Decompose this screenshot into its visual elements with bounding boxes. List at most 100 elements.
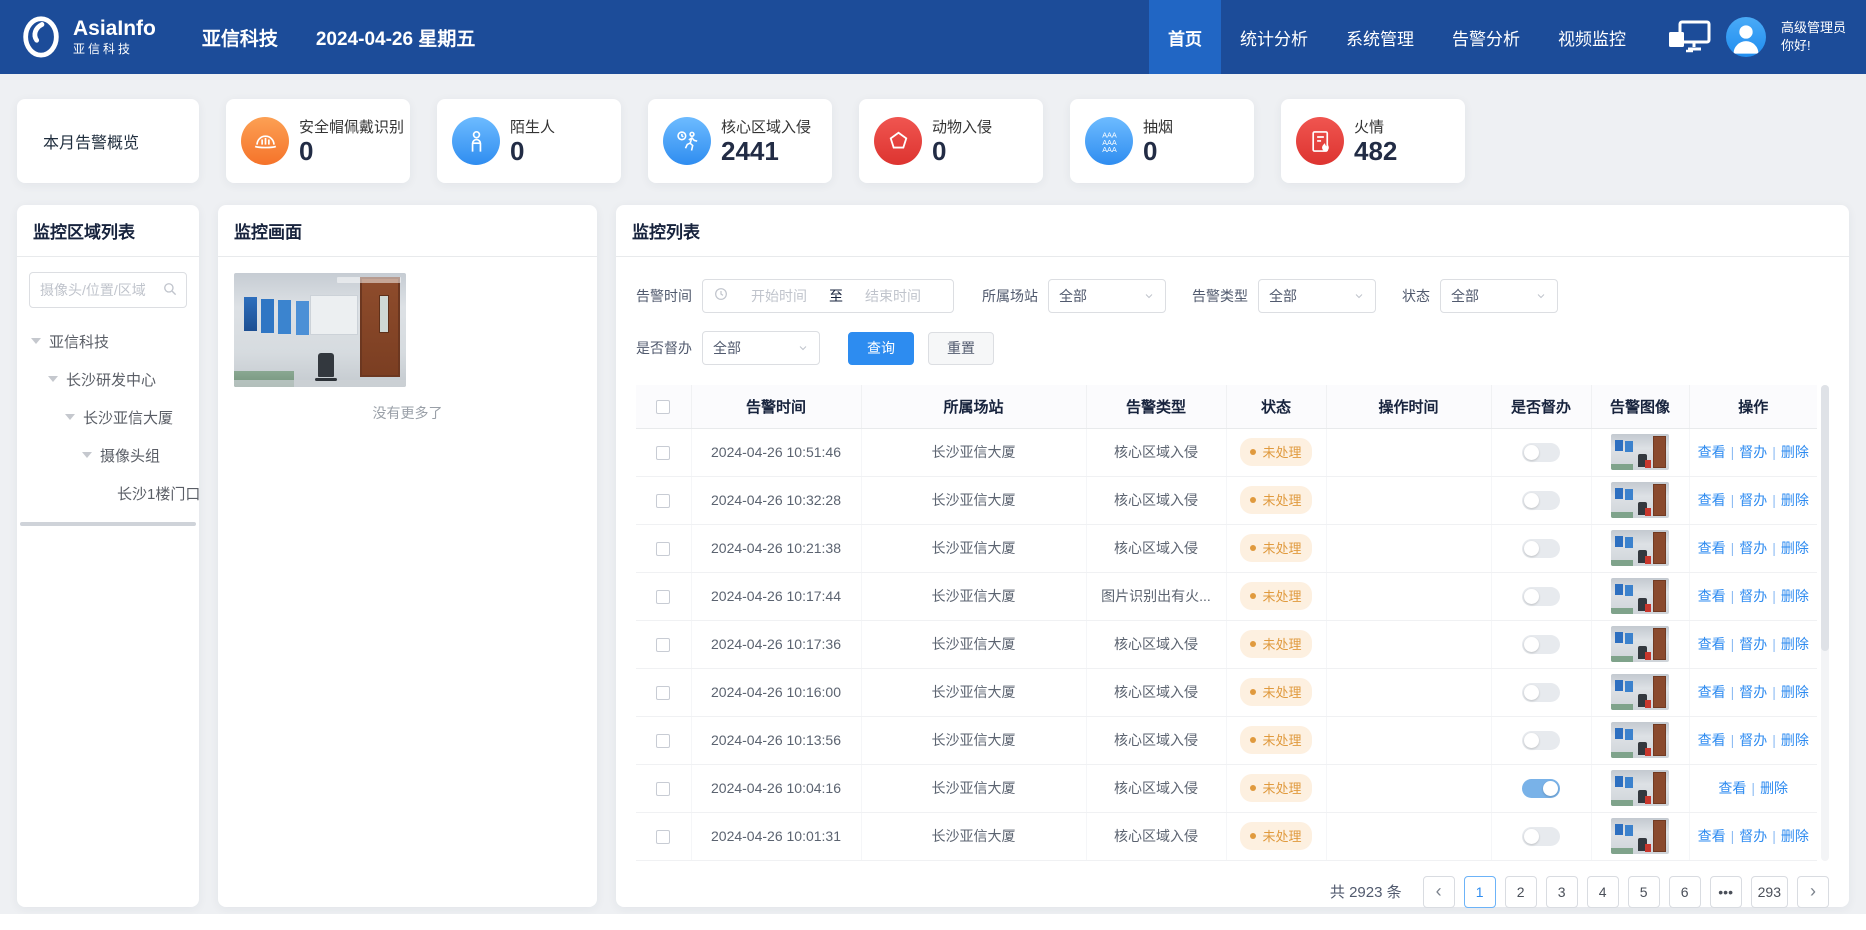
supervise-link[interactable]: 督办 (1739, 828, 1767, 844)
row-checkbox[interactable] (656, 782, 670, 796)
view-link[interactable]: 查看 (1698, 732, 1726, 748)
supervise-toggle[interactable] (1522, 443, 1560, 462)
row-checkbox[interactable] (656, 638, 670, 652)
next-page-button[interactable]: › (1797, 876, 1829, 908)
supervise-link[interactable]: 督办 (1739, 684, 1767, 700)
caret-down-icon[interactable] (65, 414, 75, 420)
alarm-time-range-picker[interactable]: 开始时间 至 结束时间 (702, 279, 954, 313)
page-button-5[interactable]: 5 (1628, 876, 1660, 908)
supervise-link[interactable]: 督办 (1739, 636, 1767, 652)
more-pages-button[interactable]: ••• (1710, 876, 1742, 908)
page-button-3[interactable]: 3 (1546, 876, 1578, 908)
overview-card-stranger[interactable]: 陌生人0 (437, 99, 621, 183)
alarm-image-thumbnail[interactable] (1611, 770, 1669, 806)
overview-card-helmet[interactable]: 安全帽佩戴识别0 (226, 99, 410, 183)
tree-item-3[interactable]: 摄像头组 (17, 436, 199, 474)
alarm-image-thumbnail[interactable] (1611, 722, 1669, 758)
reset-button[interactable]: 重置 (928, 332, 994, 365)
row-checkbox[interactable] (656, 830, 670, 844)
supervise-link[interactable]: 督办 (1739, 492, 1767, 508)
delete-link[interactable]: 删除 (1781, 444, 1809, 460)
supervise-toggle[interactable] (1522, 683, 1560, 702)
user-avatar[interactable] (1726, 17, 1766, 57)
delete-link[interactable]: 删除 (1781, 540, 1809, 556)
start-time-placeholder[interactable]: 开始时间 (729, 286, 829, 306)
caret-down-icon[interactable] (48, 376, 58, 382)
view-link[interactable]: 查看 (1698, 540, 1726, 556)
nav-item-system-management[interactable]: 系统管理 (1327, 0, 1433, 74)
alarm-image-thumbnail[interactable] (1611, 434, 1669, 470)
supervise-toggle[interactable] (1522, 779, 1560, 798)
page-button-1[interactable]: 1 (1464, 876, 1496, 908)
delete-link[interactable]: 删除 (1781, 588, 1809, 604)
supervise-toggle[interactable] (1522, 731, 1560, 750)
page-button-2[interactable]: 2 (1505, 876, 1537, 908)
nav-item-video-monitor[interactable]: 视频监控 (1539, 0, 1645, 74)
end-time-placeholder[interactable]: 结束时间 (843, 286, 943, 306)
query-button[interactable]: 查询 (848, 332, 914, 365)
status-select[interactable]: 全部 (1440, 279, 1558, 313)
supervise-toggle[interactable] (1522, 539, 1560, 558)
select-all-checkbox[interactable] (656, 400, 670, 414)
camera-snapshot-image[interactable] (234, 273, 406, 387)
alarm-image-thumbnail[interactable] (1611, 578, 1669, 614)
nav-item-home[interactable]: 首页 (1149, 0, 1221, 74)
supervise-link[interactable]: 督办 (1739, 588, 1767, 604)
row-checkbox[interactable] (656, 686, 670, 700)
view-link[interactable]: 查看 (1698, 828, 1726, 844)
nav-item-statistics[interactable]: 统计分析 (1221, 0, 1327, 74)
row-checkbox[interactable] (656, 734, 670, 748)
prev-page-button[interactable]: ‹ (1423, 876, 1455, 908)
nav-item-alarm-analysis[interactable]: 告警分析 (1433, 0, 1539, 74)
alarm-type-select[interactable]: 全部 (1258, 279, 1376, 313)
page-button-6[interactable]: 6 (1669, 876, 1701, 908)
row-checkbox[interactable] (656, 494, 670, 508)
alarm-image-thumbnail[interactable] (1611, 674, 1669, 710)
alarm-image-thumbnail[interactable] (1611, 530, 1669, 566)
delete-link[interactable]: 删除 (1781, 732, 1809, 748)
view-link[interactable]: 查看 (1698, 444, 1726, 460)
table-vertical-scrollbar[interactable] (1821, 385, 1829, 861)
caret-down-icon[interactable] (31, 338, 41, 344)
delete-link[interactable]: 删除 (1760, 780, 1788, 796)
supervise-toggle[interactable] (1522, 587, 1560, 606)
delete-link[interactable]: 删除 (1781, 492, 1809, 508)
screen-monitor-icon[interactable] (1667, 20, 1711, 54)
delete-link[interactable]: 删除 (1781, 828, 1809, 844)
supervise-link[interactable]: 督办 (1739, 732, 1767, 748)
supervise-toggle[interactable] (1522, 827, 1560, 846)
overview-card-animal[interactable]: 动物入侵0 (859, 99, 1043, 183)
overview-card-smoking[interactable]: AAAAAAAAA抽烟0 (1070, 99, 1254, 183)
supervise-link[interactable]: 督办 (1739, 444, 1767, 460)
supervise-toggle[interactable] (1522, 491, 1560, 510)
row-checkbox[interactable] (656, 590, 670, 604)
alarm-image-thumbnail[interactable] (1611, 482, 1669, 518)
view-link[interactable]: 查看 (1718, 780, 1746, 796)
row-checkbox[interactable] (656, 446, 670, 460)
view-link[interactable]: 查看 (1698, 492, 1726, 508)
page-button-293[interactable]: 293 (1751, 876, 1788, 908)
overview-card-fire[interactable]: 火情482 (1281, 99, 1465, 183)
tree-item-0[interactable]: 亚信科技 (17, 322, 199, 360)
alarm-image-thumbnail[interactable] (1611, 626, 1669, 662)
tree-horizontal-scrollbar[interactable] (20, 522, 196, 526)
alarm-image-thumbnail[interactable] (1611, 818, 1669, 854)
view-link[interactable]: 查看 (1698, 684, 1726, 700)
scrollbar-thumb[interactable] (1821, 385, 1829, 651)
view-link[interactable]: 查看 (1698, 588, 1726, 604)
row-checkbox[interactable] (656, 542, 670, 556)
search-icon[interactable] (161, 280, 179, 303)
supervise-toggle[interactable] (1522, 635, 1560, 654)
station-select[interactable]: 全部 (1048, 279, 1166, 313)
view-link[interactable]: 查看 (1698, 636, 1726, 652)
tree-item-2[interactable]: 长沙亚信大厦 (17, 398, 199, 436)
tree-item-1[interactable]: 长沙研发中心 (17, 360, 199, 398)
tree-item-4[interactable]: 长沙1楼门口 (17, 474, 199, 512)
delete-link[interactable]: 删除 (1781, 636, 1809, 652)
supervise-select[interactable]: 全部 (702, 331, 820, 365)
delete-link[interactable]: 删除 (1781, 684, 1809, 700)
page-button-4[interactable]: 4 (1587, 876, 1619, 908)
caret-down-icon[interactable] (82, 452, 92, 458)
overview-card-intrusion[interactable]: 核心区域入侵2441 (648, 99, 832, 183)
supervise-link[interactable]: 督办 (1739, 540, 1767, 556)
